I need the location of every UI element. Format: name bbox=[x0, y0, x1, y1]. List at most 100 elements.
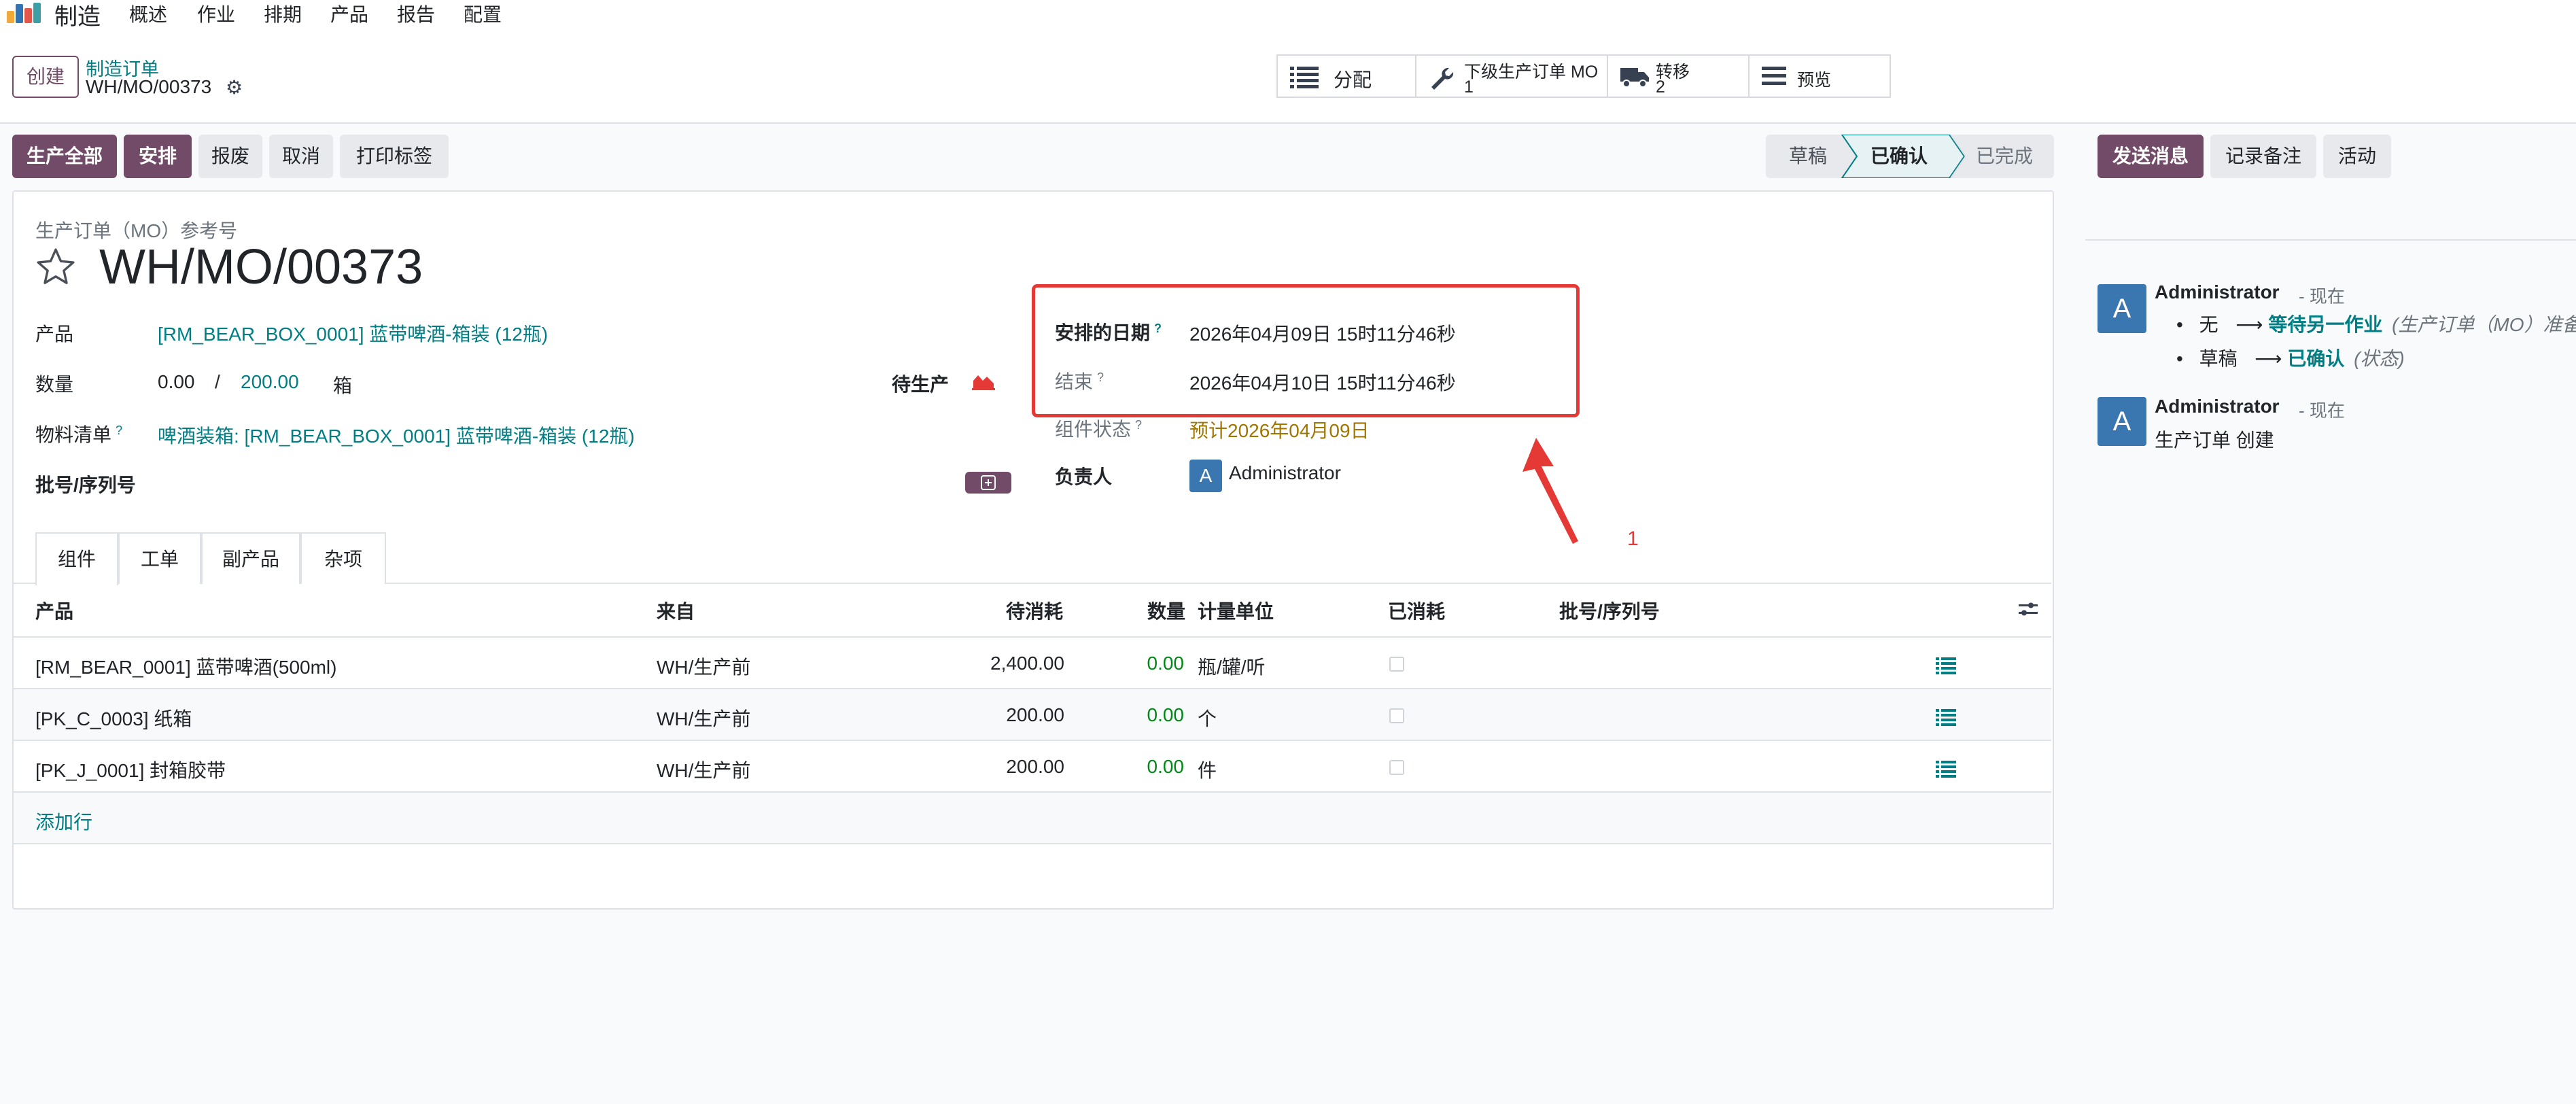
smart-button-count: 1 bbox=[1464, 77, 1474, 97]
smart-button-label: 下级生产订单 MO bbox=[1464, 63, 1599, 82]
row-product[interactable]: [PK_C_0003] 纸箱 bbox=[35, 704, 192, 731]
smart-button-child-mo[interactable]: 下级生产订单 MO 1 bbox=[1415, 54, 1608, 98]
field-name: (状态) bbox=[2354, 348, 2405, 369]
smart-button-preview[interactable]: 预览 bbox=[1748, 54, 1891, 98]
nav-overview[interactable]: 概述 bbox=[129, 0, 167, 27]
responsible-field[interactable]: Administrator bbox=[1229, 462, 1341, 484]
row-to-consume: 2,400.00 bbox=[990, 653, 1064, 674]
col-consumed[interactable]: 已消耗 bbox=[1388, 597, 1445, 624]
print-labels-button[interactable]: 打印标签 bbox=[340, 135, 449, 178]
star-icon[interactable] bbox=[34, 246, 77, 288]
activities-button[interactable]: 活动 bbox=[2323, 135, 2391, 178]
nav-operations[interactable]: 作业 bbox=[197, 0, 235, 27]
message-author[interactable]: Administrator bbox=[2155, 281, 2280, 303]
smart-button-allocation[interactable]: 分配 bbox=[1276, 54, 1416, 98]
row-uom: 件 bbox=[1198, 760, 1217, 781]
create-button[interactable]: 创建 bbox=[12, 56, 79, 98]
row-to-consume: 200.00 bbox=[1006, 756, 1064, 777]
tab-components[interactable]: 组件 bbox=[35, 532, 118, 585]
message-avatar[interactable]: A bbox=[2098, 284, 2146, 333]
cancel-button[interactable]: 取消 bbox=[269, 135, 333, 178]
nav-reporting[interactable]: 报告 bbox=[397, 0, 435, 27]
col-to-consume[interactable]: 待消耗 bbox=[1006, 597, 1063, 624]
quantity-label: 数量 bbox=[35, 374, 74, 395]
col-from[interactable]: 来自 bbox=[657, 597, 695, 624]
details-list-icon[interactable] bbox=[1936, 708, 1956, 726]
plan-button[interactable]: 安排 bbox=[124, 135, 192, 178]
chatter-divider bbox=[2085, 239, 2576, 241]
gear-icon[interactable]: ⚙ bbox=[226, 76, 243, 99]
annotation-arrow-icon bbox=[1522, 438, 1578, 544]
nav-products[interactable]: 产品 bbox=[330, 0, 368, 27]
menu-icon bbox=[1762, 67, 1786, 85]
col-uom[interactable]: 计量单位 bbox=[1198, 597, 1274, 624]
arrow-right-icon: ⟶ bbox=[2255, 348, 2282, 369]
control-panel: 创建 制造订单 WH/MO/00373 ⚙ 分配 下级生产订单 MO 1 转移 … bbox=[0, 27, 2576, 124]
message-time: - 现在 bbox=[2299, 286, 2345, 307]
tab-work-orders[interactable]: 工单 bbox=[118, 532, 201, 584]
truck-icon bbox=[1620, 68, 1649, 88]
field-name: (生产订单（MO）准备就绪) bbox=[2392, 314, 2576, 335]
tab-by-products[interactable]: 副产品 bbox=[201, 532, 300, 584]
plus-square-icon bbox=[981, 475, 996, 490]
col-product[interactable]: 产品 bbox=[35, 597, 73, 624]
row-from[interactable]: WH/生产前 bbox=[657, 704, 750, 731]
row-uom: 瓶/罐/听 bbox=[1198, 657, 1266, 678]
send-message-button[interactable]: 发送消息 bbox=[2098, 135, 2204, 178]
new-value: 已确认 bbox=[2287, 348, 2345, 369]
details-list-icon[interactable] bbox=[1936, 760, 1956, 778]
row-product[interactable]: [RM_BEAR_0001] 蓝带啤酒(500ml) bbox=[35, 653, 336, 680]
bullet: • bbox=[2176, 348, 2183, 369]
responsible-label: 负责人 bbox=[1055, 466, 1113, 487]
row-to-consume: 200.00 bbox=[1006, 704, 1064, 725]
row-consumed-checkbox[interactable] bbox=[1389, 760, 1404, 775]
product-field[interactable]: [RM_BEAR_BOX_0001] 蓝带啤酒-箱装 (12瓶) bbox=[158, 320, 548, 347]
scrap-button[interactable]: 报废 bbox=[198, 135, 262, 178]
row-from[interactable]: WH/生产前 bbox=[657, 653, 750, 680]
quantity-total-field[interactable]: 200.00 bbox=[241, 371, 299, 393]
quantity-separator: / bbox=[215, 371, 220, 392]
record-title: WH/MO/00373 bbox=[99, 240, 423, 294]
area-chart-icon[interactable] bbox=[972, 371, 995, 390]
add-line-row bbox=[14, 793, 2051, 843]
tracking-change: • 无 ⟶ 等待另一作业 (生产订单（MO）准备就绪) bbox=[2176, 310, 2576, 337]
column-settings-icon[interactable] bbox=[2017, 600, 2039, 619]
add-lot-button[interactable] bbox=[965, 472, 1011, 494]
annotation-number: 1 bbox=[1627, 528, 1639, 550]
row-quantity[interactable]: 0.00 bbox=[1115, 704, 1185, 726]
row-product[interactable]: [PK_J_0001] 封箱胶带 bbox=[35, 756, 226, 783]
top-navbar: 制造 概述 作业 排期 产品 报告 配置 bbox=[0, 0, 2576, 30]
log-note-button[interactable]: 记录备注 bbox=[2210, 135, 2316, 178]
bom-field[interactable]: 啤酒装箱: [RM_BEAR_BOX_0001] 蓝带啤酒-箱装 (12瓶) bbox=[158, 421, 635, 449]
col-quantity[interactable]: 数量 bbox=[1147, 597, 1185, 624]
nav-configuration[interactable]: 配置 bbox=[464, 0, 502, 27]
component-status-value: 预计2026年04月09日 bbox=[1189, 420, 1370, 441]
highlight-box bbox=[1032, 284, 1580, 417]
new-value: 等待另一作业 bbox=[2268, 314, 2383, 335]
row-quantity[interactable]: 0.00 bbox=[1115, 756, 1185, 778]
row-consumed-checkbox[interactable] bbox=[1389, 708, 1404, 723]
app-logo-icon[interactable] bbox=[5, 0, 43, 24]
lot-serial-label: 批号/序列号 bbox=[35, 475, 136, 496]
stage-draft[interactable]: 草稿 bbox=[1766, 135, 1850, 178]
row-from[interactable]: WH/生产前 bbox=[657, 756, 750, 783]
help-icon[interactable]: ? bbox=[116, 424, 122, 437]
help-icon[interactable]: ? bbox=[1135, 418, 1142, 432]
smart-button-transfers[interactable]: 转移 2 bbox=[1607, 54, 1750, 98]
message-author[interactable]: Administrator bbox=[2155, 396, 2280, 417]
col-lot-serial[interactable]: 批号/序列号 bbox=[1559, 597, 1660, 624]
nav-planning[interactable]: 排期 bbox=[264, 0, 302, 27]
row-consumed-checkbox[interactable] bbox=[1389, 657, 1404, 672]
add-line-link[interactable]: 添加行 bbox=[35, 808, 92, 835]
stage-done[interactable]: 已完成 bbox=[1963, 135, 2046, 178]
to-produce-label: 待生产 bbox=[892, 374, 950, 395]
quantity-uom: 箱 bbox=[333, 375, 353, 396]
stage-confirmed[interactable]: 已确认 bbox=[1856, 135, 1943, 178]
produce-all-button[interactable]: 生产全部 bbox=[12, 135, 117, 178]
tab-misc[interactable]: 杂项 bbox=[300, 532, 386, 584]
message-avatar[interactable]: A bbox=[2098, 397, 2146, 446]
message-body: 生产订单 创建 bbox=[2155, 430, 2274, 451]
details-list-icon[interactable] bbox=[1936, 657, 1956, 674]
wrench-icon bbox=[1431, 67, 1454, 90]
row-quantity[interactable]: 0.00 bbox=[1115, 653, 1185, 674]
